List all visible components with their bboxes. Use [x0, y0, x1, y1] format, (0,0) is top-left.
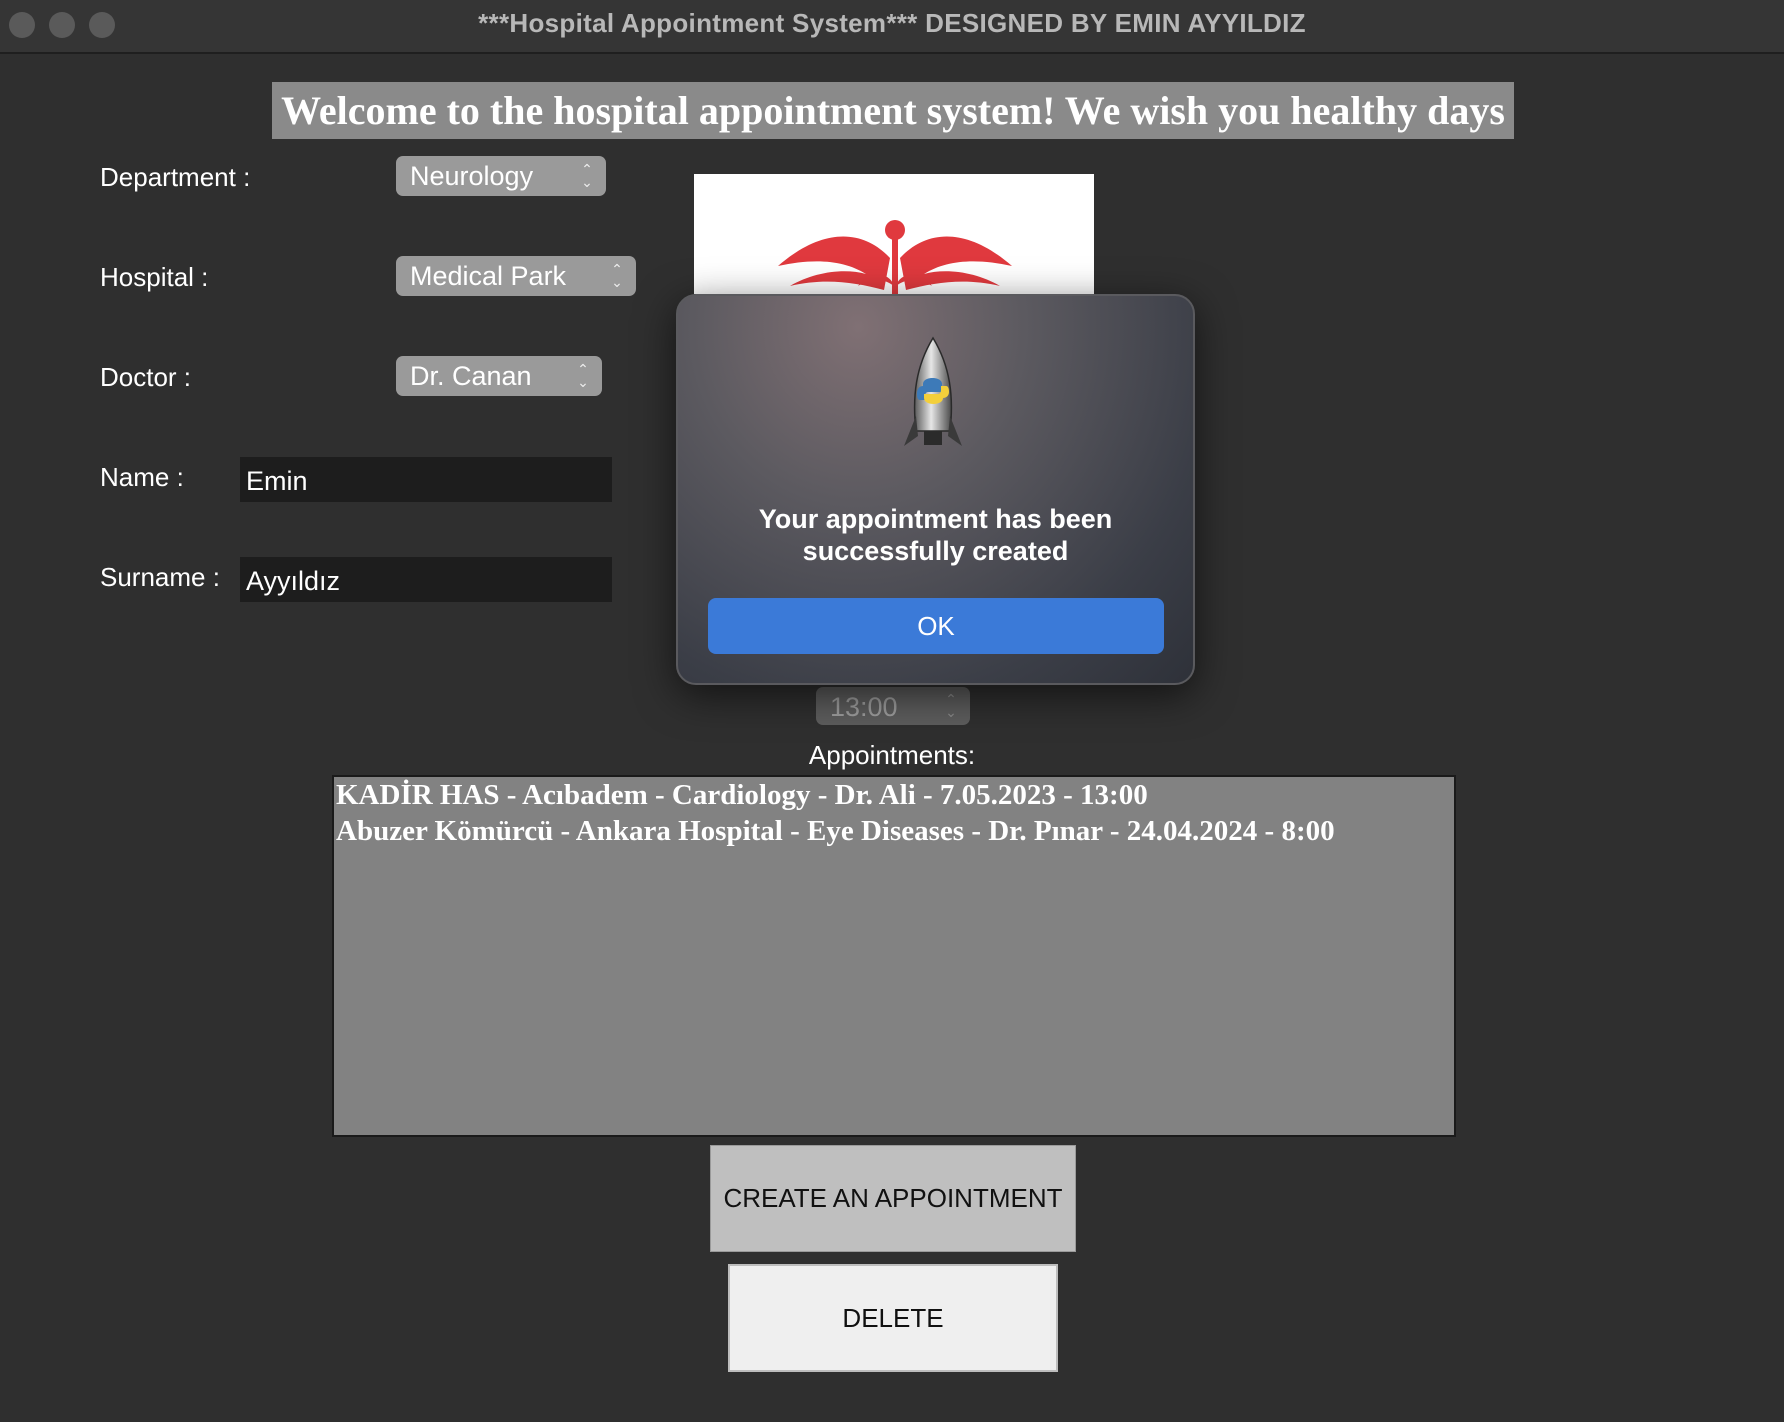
dialog-message-line1: Your appointment has been — [758, 504, 1113, 534]
window-title: ***Hospital Appointment System*** DESIGN… — [478, 8, 1306, 38]
dialog-message-line2: successfully created — [802, 536, 1069, 566]
caduceus-logo-image — [694, 174, 1094, 294]
chevron-updown-icon: ⌃ ⌄ — [577, 361, 589, 390]
list-item[interactable]: Abuzer Kömürcü - Ankara Hospital - Eye D… — [336, 813, 1452, 849]
surname-input[interactable]: Ayyıldız — [240, 557, 612, 602]
appointments-listbox[interactable]: KADİR HAS - Acıbadem - Cardiology - Dr. … — [332, 775, 1456, 1137]
appointments-label: Appointments: — [808, 740, 976, 770]
hospital-select[interactable]: Medical Park ⌃ ⌄ — [396, 256, 636, 296]
chevron-updown-icon: ⌃ ⌄ — [611, 261, 623, 290]
create-appointment-button[interactable]: CREATE AN APPOINTMENT — [710, 1145, 1076, 1252]
chevron-updown-icon: ⌃ ⌄ — [581, 161, 593, 190]
welcome-banner: Welcome to the hospital appointment syst… — [272, 82, 1514, 139]
surname-label: Surname : — [100, 562, 220, 592]
doctor-select[interactable]: Dr. Canan ⌃ ⌄ — [396, 356, 602, 396]
department-select[interactable]: Neurology ⌃ ⌄ — [396, 156, 606, 196]
python-launcher-rocket-icon — [904, 336, 962, 446]
doctor-label: Doctor : — [100, 362, 192, 392]
department-value: Neurology — [410, 161, 534, 191]
hospital-value: Medical Park — [410, 261, 567, 291]
chevron-updown-icon: ⌃ ⌄ — [945, 691, 957, 720]
name-label: Name : — [100, 462, 184, 492]
doctor-value: Dr. Canan — [410, 361, 532, 391]
delete-button[interactable]: DELETE — [728, 1264, 1058, 1372]
caduceus-icon — [778, 220, 1012, 294]
dialog-message: Your appointment has been successfully c… — [678, 503, 1193, 567]
ok-button[interactable]: OK — [708, 598, 1164, 654]
window-titlebar: ***Hospital Appointment System*** DESIGN… — [0, 0, 1784, 54]
success-dialog: Your appointment has been successfully c… — [676, 294, 1195, 685]
time-value: 13:00 — [830, 692, 898, 722]
hospital-label: Hospital : — [100, 262, 209, 292]
list-item[interactable]: KADİR HAS - Acıbadem - Cardiology - Dr. … — [336, 777, 1452, 813]
name-input[interactable]: Emin — [240, 457, 612, 502]
department-label: Department : — [100, 162, 251, 192]
time-select[interactable]: 13:00 ⌃ ⌄ — [816, 687, 970, 725]
